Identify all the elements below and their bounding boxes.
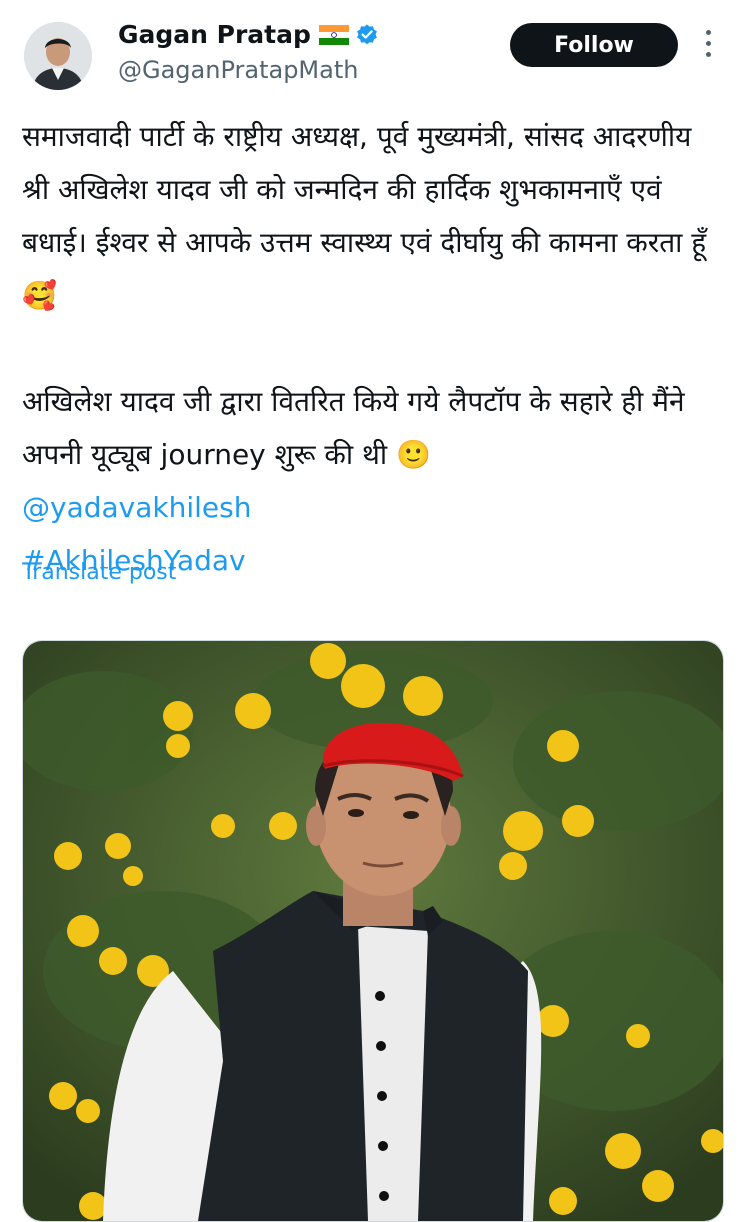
follow-button[interactable]: Follow [510, 23, 678, 67]
post-text: समाजवादी पार्टी के राष्ट्रीय अध्यक्ष, पू… [22, 110, 722, 587]
india-flag-icon [318, 24, 349, 45]
avatar[interactable] [24, 22, 92, 90]
translate-post-link[interactable]: Translate post [22, 560, 176, 585]
photo-illustration [23, 641, 723, 1221]
post-paragraph-2: अखिलेश यादव जी द्वारा वितरित किये गये लै… [22, 385, 685, 471]
post-header: Gagan Pratap @GaganPratapMath Follow [0, 0, 744, 100]
post-image[interactable] [22, 640, 724, 1222]
author-name-row: Gagan Pratap [118, 20, 379, 49]
post-paragraph-1: समाजवादी पार्टी के राष्ट्रीय अध्यक्ष, पू… [22, 120, 707, 312]
avatar-photo [24, 22, 92, 90]
author-handle[interactable]: @GaganPratapMath [118, 56, 358, 84]
author-name[interactable]: Gagan Pratap [118, 20, 311, 49]
verified-badge-icon[interactable] [355, 23, 379, 47]
more-vertical-icon[interactable] [700, 30, 716, 62]
mention-link[interactable]: @yadavakhilesh [22, 481, 722, 534]
